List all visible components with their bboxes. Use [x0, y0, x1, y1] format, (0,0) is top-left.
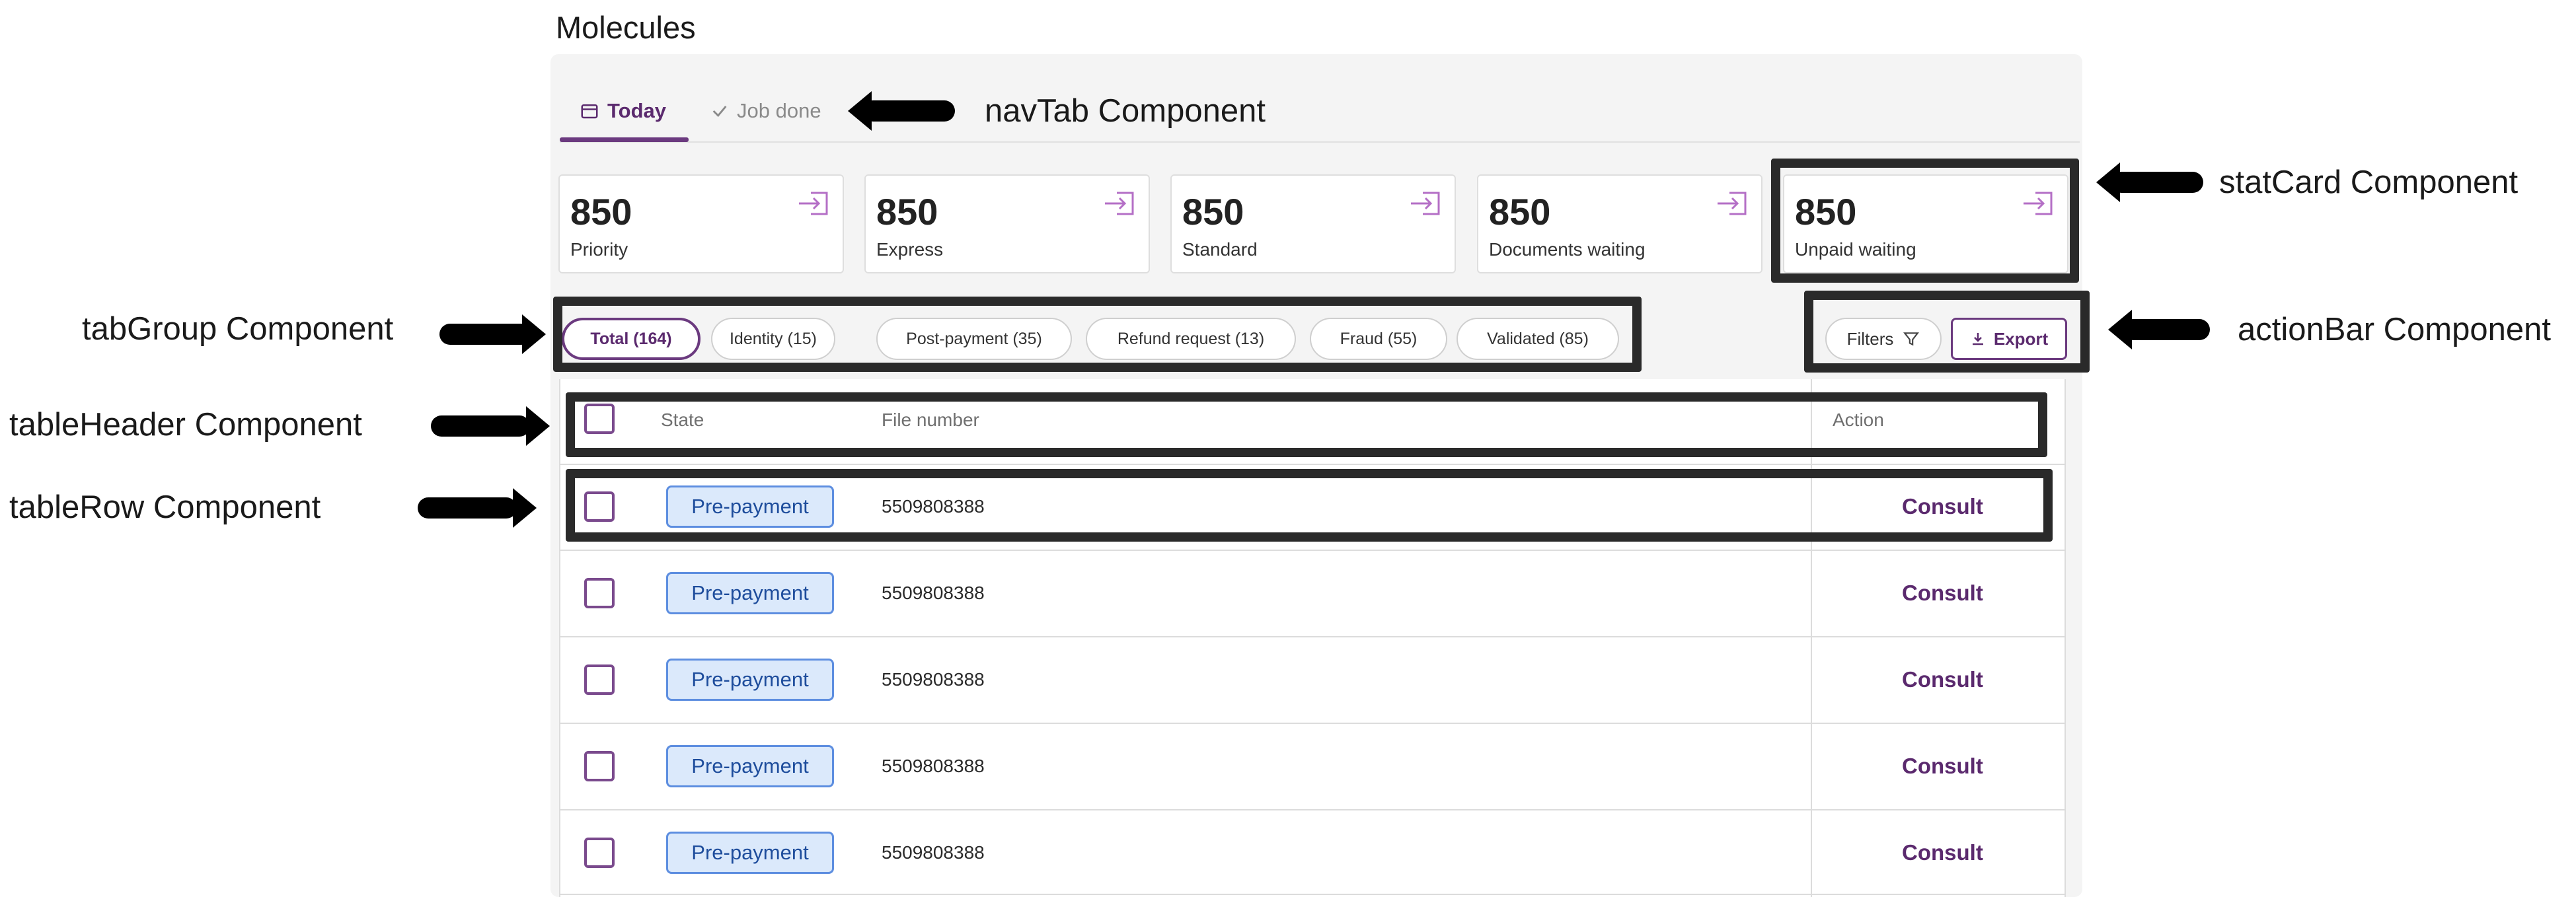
state-badge: Pre-payment: [666, 572, 834, 614]
row-checkbox[interactable]: [584, 838, 615, 868]
stat-label: Express: [876, 239, 944, 260]
stat-label: Priority: [570, 239, 628, 260]
row-checkbox[interactable]: [584, 751, 615, 781]
nav-divider: [560, 141, 2080, 143]
state-badge: Pre-payment: [666, 745, 834, 787]
arrow-shaft: [431, 415, 530, 437]
page-title: Molecules: [556, 10, 696, 45]
annotation-label-actionbar: actionBar Component: [2238, 312, 2551, 347]
annotation-label-tabgroup: tabGroup Component: [82, 311, 394, 347]
stat-value: 850: [570, 191, 632, 233]
check-icon: [712, 106, 727, 118]
stat-label: Standard: [1182, 239, 1258, 260]
login-icon: [799, 192, 828, 215]
state-badge: Pre-payment: [666, 659, 834, 701]
row-checkbox[interactable]: [584, 578, 615, 608]
stat-card-priority[interactable]: 850 Priority: [558, 174, 844, 273]
stat-card-express[interactable]: 850 Express: [864, 174, 1150, 273]
arrow-shaft: [439, 324, 532, 345]
arrow-head: [526, 406, 550, 446]
consult-link[interactable]: Consult: [1902, 667, 1983, 692]
stat-label: Documents waiting: [1489, 239, 1646, 260]
consult-link[interactable]: Consult: [1902, 581, 1983, 606]
row-divider: [559, 894, 2066, 895]
arrow-shaft: [2123, 319, 2210, 340]
row-checkbox[interactable]: [584, 664, 615, 695]
file-number: 5509808388: [882, 842, 985, 863]
row-divider: [559, 636, 2066, 637]
state-badge: Pre-payment: [666, 832, 834, 874]
stat-value: 850: [1182, 191, 1244, 233]
stat-value: 850: [876, 191, 938, 233]
consult-link[interactable]: Consult: [1902, 754, 1983, 779]
stat-card-standard[interactable]: 850 Standard: [1170, 174, 1456, 273]
annotation-box-tableheader: [566, 392, 2047, 457]
annotation-label-navtab: navTab Component: [985, 93, 1266, 129]
tab-today-label: Today: [607, 99, 666, 122]
annotation-box-actionbar: [1804, 291, 2090, 373]
annotation-label-tablerow: tableRow Component: [9, 489, 321, 525]
arrow-head: [513, 488, 537, 528]
arrow-shaft: [862, 100, 955, 122]
stat-card-documents-waiting[interactable]: 850 Documents waiting: [1477, 174, 1762, 273]
stat-value: 850: [1489, 191, 1551, 233]
annotation-box-tablerow: [566, 469, 2053, 542]
file-number: 5509808388: [882, 669, 985, 690]
login-icon: [1718, 192, 1747, 215]
consult-link[interactable]: Consult: [1902, 840, 1983, 865]
arrow-head: [522, 314, 546, 354]
tab-job-done[interactable]: Job done: [710, 99, 821, 123]
active-tab-indicator: [560, 137, 689, 142]
annotation-box-statcard: [1771, 159, 2079, 283]
row-divider: [559, 550, 2066, 551]
tab-today[interactable]: Today: [580, 99, 666, 123]
login-icon: [1411, 192, 1440, 215]
arrow-shaft: [418, 497, 517, 519]
login-icon: [1105, 192, 1134, 215]
calendar-icon: [581, 104, 598, 119]
file-number: 5509808388: [882, 583, 985, 603]
arrow-shaft: [2111, 172, 2203, 193]
annotation-box-tabgroup: [553, 297, 1642, 372]
annotation-label-tableheader: tableHeader Component: [9, 407, 362, 443]
row-divider: [559, 464, 2066, 465]
annotation-label-statcard: statCard Component: [2219, 164, 2519, 200]
row-divider: [559, 809, 2066, 810]
row-divider: [559, 723, 2066, 724]
file-number: 5509808388: [882, 756, 985, 776]
tab-job-done-label: Job done: [737, 99, 821, 122]
